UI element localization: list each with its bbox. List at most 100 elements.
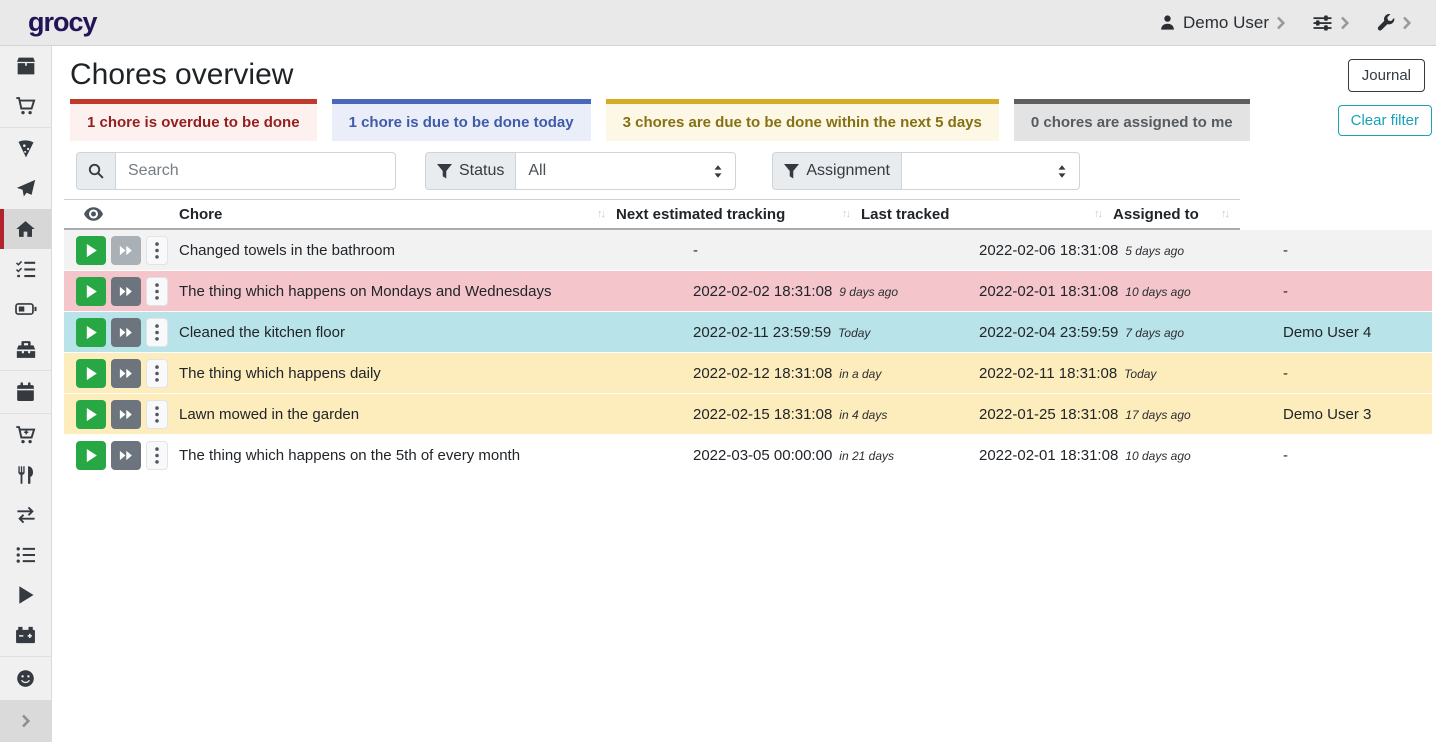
tasks-checklist-icon [16,259,36,279]
journal-button[interactable]: Journal [1348,59,1425,92]
sidebar-item-transfer[interactable] [0,495,51,535]
next-tracking-relative: in 21 days [839,449,894,463]
track-chore-button[interactable] [76,441,106,470]
filter-funnel-icon [437,164,452,179]
filter-card-assigned-to-me[interactable]: 0 chores are assigned to me [1014,99,1250,141]
skip-chore-button[interactable] [111,277,141,306]
play-icon [85,366,98,381]
row-menu-button[interactable] [146,400,168,429]
row-menu-button[interactable] [146,441,168,470]
search-icon [88,163,104,179]
filter-card-due-today[interactable]: 1 chore is due to be done today [332,99,591,141]
top-navbar: grocy Demo User [0,0,1436,46]
pizza-slice-icon [16,139,36,159]
sidebar-item-batteries[interactable] [0,289,51,329]
sidebar-item-inventory[interactable] [0,535,51,575]
chevron-right-icon [1402,16,1412,30]
column-header-next-tracking[interactable]: Next estimated tracking ↑↓ [616,206,861,223]
sidebar-item-equipment[interactable] [0,329,51,369]
last-tracked-relative: Today [1124,367,1156,381]
grocy-logo[interactable]: grocy [28,7,97,38]
settings-menu[interactable] [1312,14,1350,32]
column-header-assigned-to[interactable]: Assigned to ↑↓ [1113,206,1240,223]
last-tracked-relative: 7 days ago [1125,326,1184,340]
chore-name: Changed towels in the bathroom [179,242,693,259]
row-menu-button[interactable] [146,236,168,265]
chore-name: The thing which happens daily [179,365,693,382]
column-header-chore[interactable]: Chore ↑↓ [179,206,616,223]
sidebar-item-battery-tracking[interactable] [0,615,51,655]
chores-table-header: Chore ↑↓ Next estimated tracking ↑↓ Last… [64,199,1240,230]
kebab-menu-icon [155,324,159,341]
last-tracked-cell: 2022-02-01 18:31:0810 days ago [979,283,1283,300]
filter-card-due-soon[interactable]: 3 chores are due to be done within the n… [606,99,999,141]
assigned-to-cell: Demo User 3 [1283,406,1432,423]
search-input[interactable] [115,152,396,190]
kebab-menu-icon [155,406,159,423]
assignment-select[interactable] [901,152,1080,190]
sidebar-item-meal-plan[interactable] [0,169,51,209]
row-actions [74,400,179,429]
sidebar-item-stock[interactable] [0,46,51,86]
sidebar-item-shopping-list[interactable] [0,86,51,126]
last-tracked-relative: 5 days ago [1125,244,1184,258]
caret-updown-icon [1057,164,1067,179]
sidebar-item-tasks[interactable] [0,249,51,289]
row-menu-button[interactable] [146,277,168,306]
assigned-to-cell: - [1283,447,1432,464]
sidebar-item-consume[interactable] [0,455,51,495]
sort-icon: ↑↓ [597,208,604,220]
skip-chore-button[interactable] [111,441,141,470]
skip-chore-button[interactable] [111,236,141,265]
chore-row: Cleaned the kitchen floor 2022-02-11 23:… [64,312,1432,353]
sidebar-item-chores[interactable] [0,209,51,249]
skip-chore-button[interactable] [111,400,141,429]
sidebar-collapse-toggle[interactable] [0,700,51,742]
row-actions [74,441,179,470]
fast-forward-icon [119,244,133,257]
next-tracking-relative: in 4 days [839,408,887,422]
assignment-filter-addon: Assignment [772,152,901,190]
next-tracking-cell: 2022-02-02 18:31:089 days ago [693,283,979,300]
next-tracking-cell: 2022-03-05 00:00:00in 21 days [693,447,979,464]
skip-chore-button[interactable] [111,318,141,347]
status-select[interactable]: All [515,152,736,190]
assigned-to-cell: - [1283,283,1432,300]
home-icon [15,219,36,239]
play-icon [17,585,35,605]
user-menu[interactable]: Demo User [1159,13,1286,33]
chore-row: The thing which happens on Mondays and W… [64,271,1432,312]
last-tracked-relative: 17 days ago [1125,408,1190,422]
caret-updown-icon [713,164,723,179]
admin-menu[interactable] [1376,13,1412,32]
track-chore-button[interactable] [76,359,106,388]
sidebar-item-feedback[interactable] [0,658,51,698]
sidebar-item-recipes[interactable] [0,129,51,169]
next-tracking-relative: Today [838,326,870,340]
wrench-icon [1376,13,1395,32]
sidebar-nav [0,46,52,742]
row-actions [74,359,179,388]
sort-icon: ↑↓ [842,208,849,220]
filter-card-overdue[interactable]: 1 chore is overdue to be done [70,99,317,141]
row-menu-button[interactable] [146,318,168,347]
sidebar-item-calendar[interactable] [0,372,51,412]
row-actions [74,236,179,265]
stock-box-icon [16,56,36,76]
column-header-last-tracked[interactable]: Last tracked ↑↓ [861,206,1113,223]
track-chore-button[interactable] [76,400,106,429]
row-menu-button[interactable] [146,359,168,388]
main-content: Chores overview Journal 1 chore is overd… [52,46,1436,742]
sidebar-item-chore-tracking[interactable] [0,575,51,615]
track-chore-button[interactable] [76,236,106,265]
track-chore-button[interactable] [76,277,106,306]
chore-row: Changed towels in the bathroom - 2022-02… [64,230,1432,271]
sidebar-item-purchase[interactable] [0,415,51,455]
fast-forward-icon [119,326,133,339]
clear-filter-button[interactable]: Clear filter [1338,105,1432,136]
chore-row: The thing which happens on the 5th of ev… [64,435,1432,476]
page-title: Chores overview [70,58,293,92]
kebab-menu-icon [155,283,159,300]
skip-chore-button[interactable] [111,359,141,388]
track-chore-button[interactable] [76,318,106,347]
